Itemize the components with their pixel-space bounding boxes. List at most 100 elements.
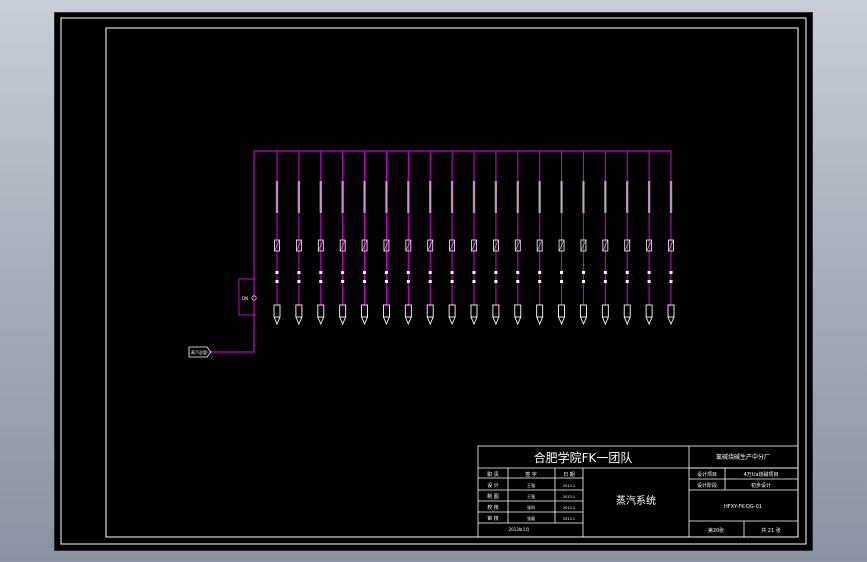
outlet-fitting-icon bbox=[470, 304, 478, 318]
valve-icon bbox=[384, 280, 388, 283]
outlet-fitting-icon bbox=[645, 304, 653, 318]
outlet-fitting-icon bbox=[667, 304, 675, 318]
role-cell: 设 计 bbox=[487, 482, 499, 489]
sheet-outer-border bbox=[60, 17, 807, 545]
date-cell: 2013.1 bbox=[563, 506, 575, 510]
footer-date: 2013年1月 bbox=[509, 526, 530, 532]
team-name: 合肥学院FK一团队 bbox=[534, 450, 633, 465]
outlet-fitting-icon bbox=[558, 304, 566, 318]
branch-tag-mark bbox=[669, 181, 673, 213]
valve-icon bbox=[319, 271, 323, 274]
outlet-nozzle-icon bbox=[339, 316, 347, 326]
outlet-fitting-icon bbox=[623, 304, 631, 318]
branch-tag-mark bbox=[560, 181, 563, 213]
valve-icon bbox=[363, 280, 367, 283]
branch-tag-mark bbox=[450, 181, 454, 213]
outlet-nozzle-icon bbox=[536, 316, 544, 326]
branch-tag-mark bbox=[582, 181, 585, 213]
branch-tag-mark bbox=[363, 181, 366, 213]
outlet-nozzle-icon bbox=[448, 316, 456, 326]
valve-icon bbox=[341, 280, 345, 283]
valve-icon bbox=[341, 271, 345, 274]
outlet-nozzle-icon bbox=[426, 316, 434, 326]
outlet-fitting-icon bbox=[295, 304, 303, 318]
branch-tag-mark bbox=[385, 181, 388, 213]
valve-icon bbox=[428, 271, 432, 274]
valve-icon bbox=[472, 280, 476, 283]
name-cell: 张科 bbox=[527, 504, 535, 510]
outlet-nozzle-icon bbox=[580, 316, 587, 326]
role-cell: 校 核 bbox=[487, 504, 499, 511]
date-header: 日 期 bbox=[563, 472, 575, 478]
branch-tag-mark bbox=[647, 181, 651, 213]
valve-icon bbox=[625, 271, 629, 274]
valve-icon bbox=[275, 280, 279, 283]
outlet-fitting-icon bbox=[404, 304, 412, 318]
drawing-number: HFXY-FK-QG-01 bbox=[724, 504, 762, 510]
outlet-nozzle-icon bbox=[623, 316, 631, 326]
valve-icon bbox=[450, 280, 454, 283]
branch-tag-mark bbox=[604, 181, 607, 213]
outlet-fitting-icon bbox=[426, 304, 434, 318]
valve-icon bbox=[494, 271, 498, 274]
valve-icon bbox=[603, 271, 607, 274]
cad-viewport[interactable]: DN 蒸汽总管 合肥学院FK一团队 氯碱烧碱生产中分厂 蒸汽系统 HFXY-FK… bbox=[55, 13, 812, 550]
name-header: 签 字 bbox=[525, 471, 537, 478]
outlet-fitting-icon bbox=[273, 304, 281, 318]
valve-icon bbox=[363, 271, 367, 274]
outlet-nozzle-icon bbox=[514, 316, 522, 326]
date-cell: 2013.1 bbox=[563, 484, 575, 488]
valve-icon bbox=[538, 271, 542, 274]
branch-tag-mark bbox=[407, 181, 410, 213]
valve-icon bbox=[494, 280, 498, 283]
total-sheets: 共 21 张 bbox=[761, 527, 781, 534]
branch-tag-mark bbox=[297, 181, 301, 213]
branch-tag-mark bbox=[319, 181, 322, 213]
title-block-text: 合肥学院FK一团队 氯碱烧碱生产中分厂 蒸汽系统 HFXY-FK-QG-01 设… bbox=[487, 450, 781, 534]
outlet-nozzle-icon bbox=[317, 316, 325, 326]
valve-icon bbox=[560, 271, 564, 274]
design-item-value: 4万t/a烧碱项目 bbox=[744, 471, 779, 478]
valve-icon bbox=[275, 271, 279, 274]
role-header: 职 责 bbox=[487, 471, 499, 478]
valve-icon bbox=[669, 280, 673, 283]
branch-tag-mark bbox=[494, 181, 498, 213]
branch-tag-mark bbox=[341, 181, 344, 213]
outlet-nozzle-icon bbox=[404, 316, 412, 326]
valve-icon bbox=[669, 271, 673, 274]
valve-icon bbox=[428, 280, 432, 283]
outlet-fitting-icon bbox=[492, 304, 500, 318]
valve-icon bbox=[297, 271, 301, 274]
outlet-fitting-icon bbox=[448, 304, 456, 318]
valve-icon bbox=[406, 271, 410, 274]
valve-icon bbox=[472, 271, 476, 274]
valve-icon bbox=[581, 271, 585, 274]
outlet-nozzle-icon bbox=[383, 316, 390, 326]
outlet-fitting-icon bbox=[601, 304, 609, 318]
design-stage-value: 初步设计 bbox=[751, 482, 771, 489]
valve-icon bbox=[450, 271, 454, 274]
outlet-fitting-icon bbox=[536, 304, 544, 318]
outlet-nozzle-icon bbox=[558, 316, 565, 326]
valve-icon bbox=[384, 271, 388, 274]
drawing-sheet: DN 蒸汽总管 合肥学院FK一团队 氯碱烧碱生产中分厂 蒸汽系统 HFXY-FK… bbox=[60, 17, 807, 545]
valve-icon bbox=[647, 280, 651, 283]
sheet-number: 第20张 bbox=[708, 527, 724, 534]
outlet-fitting-icon bbox=[579, 304, 587, 318]
outlet-fitting-icon bbox=[317, 304, 325, 318]
valve-icon bbox=[516, 280, 520, 283]
branch-tag-mark bbox=[275, 181, 279, 213]
valve-icon bbox=[647, 271, 651, 274]
valve-icon bbox=[516, 271, 520, 274]
outlet-fitting-icon bbox=[514, 304, 522, 318]
plant-name: 氯碱烧碱生产中分厂 bbox=[716, 453, 770, 461]
valve-icon bbox=[538, 280, 542, 283]
outlet-fitting-icon bbox=[361, 304, 369, 318]
outlet-nozzle-icon bbox=[361, 316, 368, 326]
name-cell: 张磊 bbox=[527, 515, 535, 521]
outlet-nozzle-icon bbox=[492, 316, 500, 326]
valve-icon bbox=[603, 280, 607, 283]
branch-lines bbox=[273, 151, 675, 326]
valve-icon bbox=[581, 280, 585, 283]
valve-icon bbox=[625, 280, 629, 283]
